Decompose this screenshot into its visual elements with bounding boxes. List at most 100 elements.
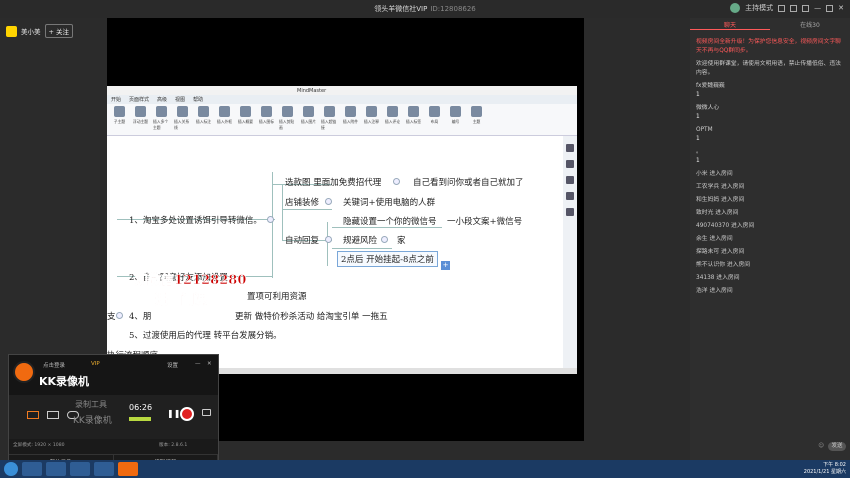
message-user[interactable]: 34138 — [696, 275, 714, 281]
message-user[interactable]: 小米 — [696, 171, 708, 177]
tool-multi[interactable]: 插入多个主题 — [153, 106, 170, 133]
taskbar-ie-icon[interactable] — [22, 462, 42, 476]
tool-tag[interactable]: 插入标签 — [405, 106, 422, 133]
side-format-icon[interactable] — [566, 144, 574, 152]
side-task-icon[interactable] — [566, 208, 574, 216]
overlay-course-text: 进一门课 — [155, 293, 208, 309]
tool-link[interactable]: 插入超链接 — [321, 106, 338, 133]
tool-icon[interactable]: 插入图标 — [258, 106, 275, 133]
message-user[interactable]: 。 — [696, 148, 844, 157]
menu-advanced[interactable]: 高级 — [157, 96, 167, 103]
tool-attach[interactable]: 插入附件 — [342, 106, 359, 133]
node-avoid-risk[interactable]: 规避风险 — [343, 234, 377, 246]
node-hidden-wechat[interactable]: 隐藏设置一个你的微信号 — [343, 215, 437, 227]
node-resources[interactable]: 置项可利用资源 — [247, 290, 307, 302]
settings-icon[interactable] — [778, 4, 786, 12]
taskbar-mindmaster-icon[interactable] — [94, 462, 114, 476]
menu-view[interactable]: 视图 — [175, 96, 185, 103]
pause-icon[interactable]: ❚❚ — [167, 409, 180, 418]
tool-label: 插入超链接 — [321, 119, 337, 130]
node-distribution[interactable]: 5、过渡使用后的代理 转平台发展分销。 — [129, 329, 282, 341]
tab-online[interactable]: 在线30 — [770, 18, 850, 30]
message-user[interactable]: 490740370 — [696, 223, 729, 229]
tool-layout[interactable]: 布局 — [426, 106, 443, 133]
message-user[interactable]: 浩洋 — [696, 288, 708, 294]
share-icon[interactable] — [790, 4, 798, 12]
menu-help[interactable]: 帮助 — [193, 96, 203, 103]
tool-summary[interactable]: 插入概要 — [237, 106, 254, 133]
window-mode-icon[interactable] — [47, 411, 59, 419]
node-flash-sale[interactable]: 更新 做特价秒杀活动 给淘宝引单 一拖五 — [235, 310, 388, 322]
user-avatar-icon[interactable] — [730, 3, 741, 13]
minimize-icon[interactable]: — — [814, 4, 821, 12]
send-button[interactable]: 发送 — [828, 441, 846, 451]
tool-theme[interactable]: 主题 — [468, 106, 485, 133]
chat-notice: 视频房间全新升级！为保护您信息安全，视频房间文字聊天不再与QQ群同步。 — [696, 39, 841, 54]
message-user[interactable]: 余生 — [696, 236, 708, 242]
node-shop-decoration[interactable]: 店铺装修 — [285, 196, 319, 208]
host-avatar[interactable] — [6, 25, 17, 37]
mode-label[interactable]: 主持模式 — [745, 3, 773, 13]
close-icon[interactable]: ✕ — [838, 4, 844, 12]
add-topic-icon[interactable]: + — [441, 261, 450, 270]
clock-time[interactable]: 下午 8:02 — [804, 462, 846, 469]
settings-link[interactable]: 设置 — [167, 361, 178, 369]
message-user[interactable]: 致时光 — [696, 210, 713, 216]
node-copy-wechat[interactable]: 一小段文案+微信号 — [447, 215, 522, 227]
login-link[interactable]: 点击登录 — [43, 361, 65, 369]
start-button[interactable] — [4, 462, 18, 476]
clipart-icon — [282, 106, 293, 117]
message-user[interactable]: 和生妈妈 — [696, 197, 719, 203]
screen-mode-icon[interactable] — [27, 411, 39, 419]
tool-floating[interactable]: 浮动主题 — [132, 106, 149, 133]
tool-callout[interactable]: 插入标注 — [195, 106, 212, 133]
node-auto-reply[interactable]: 自动回复 — [285, 234, 319, 246]
join-message: 浩洋 进入房间 — [696, 287, 844, 296]
boundary-icon — [219, 106, 230, 117]
expand-icon[interactable] — [802, 4, 810, 12]
tab-chat[interactable]: 聊天 — [690, 18, 770, 30]
follow-button[interactable]: + 关注 — [44, 24, 74, 38]
side-outline-icon[interactable] — [566, 192, 574, 200]
node-self-add[interactable]: 自己看到问你或者自己就加了 — [413, 176, 524, 188]
node-selection-image[interactable]: 选款图 里面加免费招代理 — [285, 176, 381, 188]
tool-relation[interactable]: 插入关系线 — [174, 106, 191, 133]
node-schedule[interactable]: 2点后 开始挂起-8点之前 — [337, 251, 438, 267]
vip-badge[interactable]: VIP — [91, 361, 100, 367]
subtopic-icon — [114, 106, 125, 117]
tool-number[interactable]: 编号 — [447, 106, 464, 133]
node-home[interactable]: 家 — [397, 234, 406, 246]
message-user[interactable]: 探路未可 — [696, 249, 719, 255]
tool-boundary[interactable]: 插入外框 — [216, 106, 233, 133]
stop-record-button[interactable] — [180, 407, 194, 421]
node-partial[interactable]: 支 — [107, 310, 116, 322]
side-icon-icon[interactable] — [566, 160, 574, 168]
camera-icon[interactable] — [202, 409, 211, 416]
message-user[interactable]: fx爱魏巍巍 — [696, 82, 844, 91]
message-user[interactable]: 微微人心 — [696, 104, 844, 113]
minimize-icon[interactable]: — — [195, 361, 201, 367]
message-user[interactable]: 工农学兵 — [696, 184, 719, 190]
clock-date[interactable]: 2021/1/21 星期六 — [804, 469, 846, 476]
message-user[interactable]: OPTM — [696, 126, 844, 135]
mindmap-canvas[interactable]: 选款图 里面加免费招代理 自己看到问你或者自己就加了 1、淘宝多处设置诱饵引导转… — [107, 136, 577, 368]
tool-clipart[interactable]: 插入剪贴画 — [279, 106, 296, 133]
node-taobao-lure[interactable]: 1、淘宝多处设置诱饵引导转微信。 — [129, 214, 262, 226]
message-user[interactable]: 熊不认识你 — [696, 262, 725, 268]
tool-subtopic[interactable]: 子主题 — [111, 106, 128, 133]
emoji-icon[interactable]: ☺ — [818, 443, 824, 449]
tool-comment[interactable]: 插入评论 — [384, 106, 401, 133]
node-keyword[interactable]: 关键词+使用电脑的人群 — [343, 196, 435, 208]
menu-page-style[interactable]: 页面样式 — [129, 96, 149, 103]
tool-note[interactable]: 插入注释 — [363, 106, 380, 133]
tool-image[interactable]: 插入图片 — [300, 106, 317, 133]
taskbar-kk-icon[interactable] — [118, 462, 138, 476]
node-circle[interactable]: 4、朋 — [129, 310, 151, 322]
menu-start[interactable]: 开始 — [111, 96, 121, 103]
taskbar-qq-icon[interactable] — [70, 462, 90, 476]
mode-resolution: 全屏模式: 1920 × 1080 — [13, 443, 65, 448]
taskbar-browser-icon[interactable] — [46, 462, 66, 476]
side-clipart-icon[interactable] — [566, 176, 574, 184]
maximize-icon[interactable] — [826, 4, 834, 12]
close-icon[interactable]: ✕ — [207, 361, 212, 367]
